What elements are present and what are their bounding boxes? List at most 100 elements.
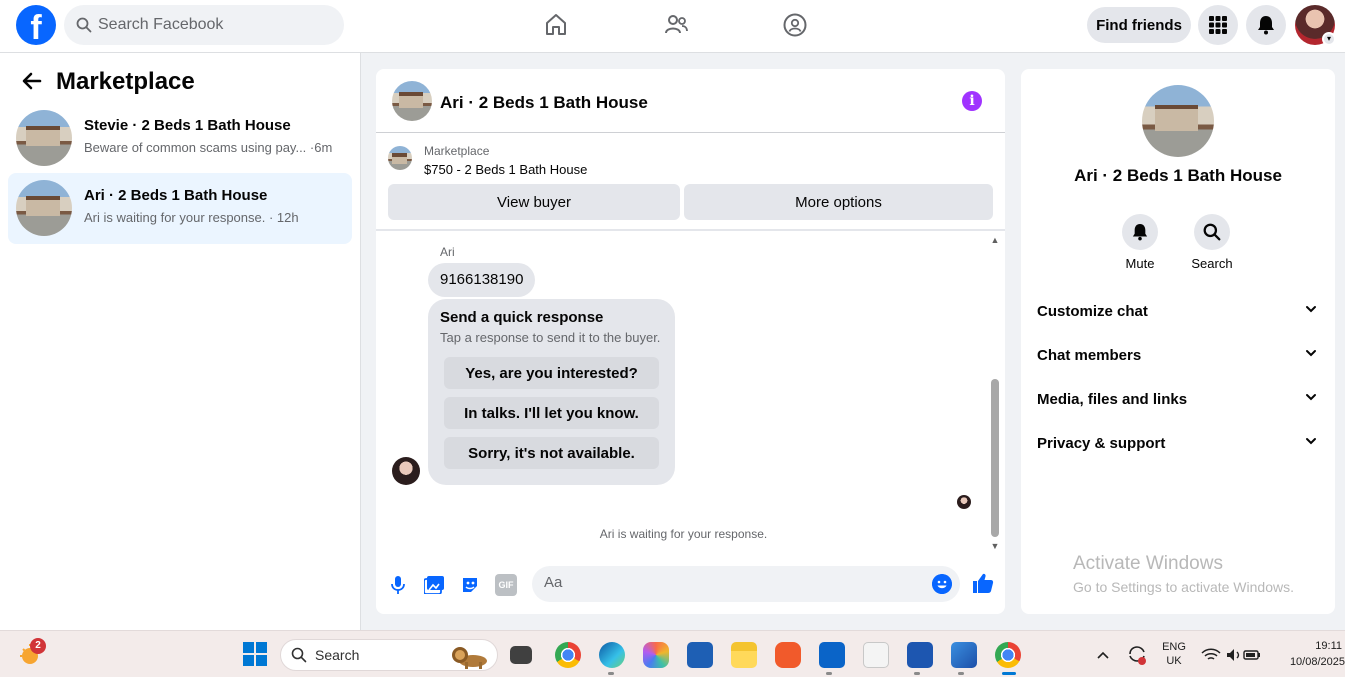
home-icon[interactable] xyxy=(541,10,571,40)
message-input[interactable] xyxy=(544,574,914,591)
privacy-support-section[interactable]: Privacy & support xyxy=(1021,423,1335,463)
chat-title[interactable]: Ari · 2 Beds 1 Bath House xyxy=(440,93,648,113)
facebook-search-box[interactable] xyxy=(64,5,344,45)
marketplace-title: Marketplace xyxy=(56,68,195,95)
emoji-icon[interactable] xyxy=(932,574,952,594)
more-options-button[interactable]: More options xyxy=(684,184,993,220)
quick-response-title: Send a quick response xyxy=(440,309,604,326)
notification-count-badge: 2 xyxy=(30,638,46,654)
top-navigation-bar: f Find friends ▾ xyxy=(0,0,1345,53)
seen-receipt-avatar xyxy=(957,495,971,509)
chat-panel: Ari · 2 Beds 1 Bath House i Marketplace … xyxy=(376,69,1005,614)
groups-icon[interactable] xyxy=(780,10,810,40)
show-hidden-icons-chevron-up-icon[interactable] xyxy=(1096,642,1112,668)
mute-button[interactable]: Mute xyxy=(1110,214,1170,271)
microphone-icon[interactable] xyxy=(387,574,409,596)
mute-label: Mute xyxy=(1125,256,1155,271)
message-sender-name: Ari xyxy=(440,245,455,259)
camera-app-icon[interactable] xyxy=(775,642,801,668)
quick-response-option-interested[interactable]: Yes, are you interested? xyxy=(444,357,659,389)
edge-icon[interactable] xyxy=(599,642,625,668)
conversation-item-ari[interactable]: Ari · 2 Beds 1 Bath House Ari is waiting… xyxy=(8,173,352,244)
running-indicator xyxy=(608,672,614,675)
listing-thumbnail xyxy=(388,146,412,170)
running-indicator xyxy=(914,672,920,675)
chevron-down-icon xyxy=(1306,350,1316,357)
media-files-links-section[interactable]: Media, files and links xyxy=(1021,379,1335,419)
photo-icon[interactable] xyxy=(423,574,445,596)
solitaire-icon[interactable] xyxy=(863,642,889,668)
search-input[interactable] xyxy=(98,16,318,34)
message-input-box[interactable] xyxy=(532,566,960,602)
conversation-title: Stevie · 2 Beds 1 Bath House xyxy=(84,117,291,134)
language-code: ENG xyxy=(1162,641,1186,653)
bell-icon xyxy=(1122,214,1158,250)
divider xyxy=(376,229,1005,231)
taskbar-search-box[interactable]: Search xyxy=(280,639,498,671)
chat-members-section[interactable]: Chat members xyxy=(1021,335,1335,375)
quick-response-card: Send a quick response Tap a response to … xyxy=(428,299,675,485)
copilot-icon[interactable] xyxy=(643,642,669,668)
sender-avatar[interactable] xyxy=(392,457,420,485)
sync-status-icon[interactable] xyxy=(1126,642,1152,668)
activate-windows-watermark-title: Activate Windows xyxy=(1073,553,1223,574)
listing-thumbnail xyxy=(16,110,72,166)
find-friends-button[interactable]: Find friends xyxy=(1087,7,1191,43)
input-language[interactable]: ENG UK xyxy=(1160,641,1188,667)
quick-response-option-not-available[interactable]: Sorry, it's not available. xyxy=(444,437,659,469)
outlook-icon[interactable] xyxy=(819,642,845,668)
search-icon xyxy=(1194,214,1230,250)
quick-response-option-in-talks[interactable]: In talks. I'll let you know. xyxy=(444,397,659,429)
scroll-down-arrow[interactable]: ▼ xyxy=(989,541,1001,551)
scroll-up-arrow[interactable]: ▲ xyxy=(989,235,1001,245)
taskbar-search-label: Search xyxy=(315,647,360,663)
network-volume-battery-tray[interactable] xyxy=(1200,642,1262,668)
photos-icon[interactable] xyxy=(951,642,977,668)
conversation-title: Ari · 2 Beds 1 Bath House xyxy=(84,187,268,204)
clock-time: 19:11 xyxy=(1315,640,1342,652)
active-indicator xyxy=(1002,672,1016,675)
task-view-icon[interactable] xyxy=(510,646,532,664)
windows-taskbar: 2 Search ENG UK 19:11 10/08/2025 xyxy=(0,630,1345,677)
search-icon xyxy=(76,17,92,33)
waiting-status-text: Ari is waiting for your response. xyxy=(599,527,768,541)
search-icon xyxy=(291,647,307,663)
running-indicator xyxy=(826,672,832,675)
chevron-down-icon xyxy=(1306,438,1316,445)
lion-search-highlight-icon xyxy=(452,647,487,669)
facebook-logo[interactable]: f xyxy=(16,5,56,45)
chrome-profile-icon[interactable] xyxy=(995,642,1021,668)
conversation-preview: Beware of common scams using pay... ·6m xyxy=(84,140,333,155)
notifications-bell-icon[interactable] xyxy=(1246,5,1286,45)
view-buyer-button[interactable]: View buyer xyxy=(388,184,680,220)
account-chevron-down-icon[interactable]: ▾ xyxy=(1322,32,1336,46)
conversation-item-stevie[interactable]: Stevie · 2 Beds 1 Bath House Beware of c… xyxy=(8,103,352,174)
gif-icon[interactable]: GIF xyxy=(495,574,517,596)
running-indicator xyxy=(958,672,964,675)
marketplace-conversations-panel: Marketplace Stevie · 2 Beds 1 Bath House… xyxy=(0,53,361,630)
clock[interactable]: 19:11 xyxy=(1306,640,1342,652)
friends-icon[interactable] xyxy=(661,10,691,40)
listing-thumbnail xyxy=(16,180,72,236)
message-bubble[interactable]: 9166138190 xyxy=(428,263,536,297)
back-arrow-icon[interactable] xyxy=(22,71,42,91)
chat-header: Ari · 2 Beds 1 Bath House i xyxy=(376,69,1005,133)
windows-start-icon[interactable] xyxy=(243,642,269,668)
thumbs-up-like-icon[interactable] xyxy=(972,572,994,594)
chat-details-title: Ari · 2 Beds 1 Bath House xyxy=(1074,166,1282,185)
customize-chat-section[interactable]: Customize chat xyxy=(1021,291,1335,331)
word-icon[interactable] xyxy=(907,642,933,668)
file-explorer-icon[interactable] xyxy=(731,642,757,668)
chat-listing-avatar-large[interactable] xyxy=(1142,85,1214,157)
info-icon[interactable]: i xyxy=(962,91,982,111)
chat-listing-avatar[interactable] xyxy=(392,81,432,121)
microsoft-store-icon[interactable] xyxy=(687,642,713,668)
sticker-icon[interactable] xyxy=(459,574,481,596)
section-label: Customize chat xyxy=(1037,303,1148,320)
scrollbar-thumb[interactable] xyxy=(991,379,999,537)
search-in-chat-button[interactable]: Search xyxy=(1182,214,1242,271)
section-label: Media, files and links xyxy=(1037,391,1188,408)
activate-windows-watermark-subtitle: Go to Settings to activate Windows. xyxy=(1073,579,1294,595)
menu-grid-icon[interactable] xyxy=(1198,5,1238,45)
chrome-icon[interactable] xyxy=(555,642,581,668)
